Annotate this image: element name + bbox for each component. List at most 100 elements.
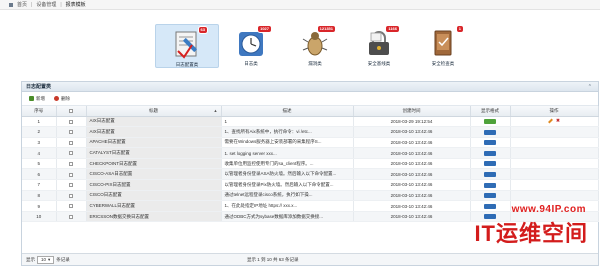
tile-badge: 1166: [385, 25, 400, 33]
breadcrumb-device-management[interactable]: 设备管理: [36, 1, 56, 8]
row-checkbox[interactable]: [69, 172, 73, 177]
row-actions: [510, 179, 599, 191]
row-no: 8: [22, 190, 57, 202]
row-checkbox[interactable]: [69, 183, 73, 188]
page-size-value: 10: [41, 257, 47, 262]
breadcrumb-separator: |: [60, 1, 62, 8]
row-format: [470, 168, 511, 181]
row-checkbox[interactable]: [69, 204, 73, 209]
tile-log-config[interactable]: 63 日志配置类: [155, 24, 219, 68]
format-badge-icon: [484, 118, 496, 124]
row-description: 通过telnet远程登录cisco系统，执行如下操...: [221, 190, 354, 202]
row-title: CISCO-PIX日志配置: [86, 179, 222, 191]
row-actions: [510, 168, 599, 181]
tile-security-check[interactable]: 1 安全检查类: [411, 24, 475, 68]
tile-log[interactable]: 1027 日志类: [219, 24, 283, 68]
collapse-icon[interactable]: ⌃: [588, 84, 592, 90]
log-config-panel: 日志配置类 ⌃ 新增 删除 序号 标题 ▲ 描述 创建时间 显示格式 操作 1 …: [21, 81, 599, 266]
row-checkbox[interactable]: [69, 151, 73, 156]
row-select[interactable]: [56, 190, 87, 202]
add-button[interactable]: 新增: [26, 95, 48, 103]
table-row[interactable]: 6 CISCO-ASA日志配置 以管理者身份登录ASA防火墙。然后输入以下命令配置.…: [22, 168, 599, 181]
row-created-time: 2018-03-10 13:42:46: [353, 137, 471, 149]
breadcrumb-home[interactable]: 首页: [17, 1, 27, 8]
table-row[interactable]: 2 AIX日志配置 1、查找所有Aix系统中，执行命令：vi /etc... 2018…: [22, 126, 599, 138]
format-badge-icon: [484, 214, 496, 220]
sort-asc-icon: ▲: [213, 108, 218, 113]
row-created-time: 2018-03-10 13:42:46: [353, 211, 471, 223]
tile-security-baseline[interactable]: 1166 安全基线类: [347, 24, 411, 68]
table-row[interactable]: 5 CHECKPOINT日志配置 收集单位用监控使用专门的sa_client程序。.…: [22, 158, 599, 170]
row-select[interactable]: [56, 168, 87, 181]
pager-info: 显示 1 到 10 共 63 条记录: [247, 256, 299, 262]
row-checkbox[interactable]: [69, 119, 73, 124]
row-title: AIX日志配置: [86, 116, 222, 128]
row-format: [470, 126, 511, 138]
row-format: [470, 158, 511, 170]
col-select-all[interactable]: [56, 106, 87, 117]
row-no: 4: [22, 147, 57, 159]
row-checkbox[interactable]: [69, 140, 73, 145]
col-no[interactable]: 序号: [22, 106, 57, 117]
log-config-table: 序号 标题 ▲ 描述 创建时间 显示格式 操作 1 AIX日志配置 1 2018-03-…: [22, 106, 599, 223]
row-created-time: 2018-03-10 13:42:46: [353, 126, 471, 138]
row-checkbox[interactable]: [69, 161, 73, 166]
row-format: [470, 211, 511, 223]
tile-vulnerability[interactable]: 121351 漏洞类: [283, 24, 347, 68]
table-row[interactable]: 8 CISCO日志配置 通过telnet远程登录cisco系统，执行如下操... 20…: [22, 190, 599, 202]
tile-label: 安全基线类: [367, 61, 391, 66]
table-row[interactable]: 1 AIX日志配置 1 2018-03-29 19:12:54 ✖: [22, 116, 599, 128]
row-title: ERICSSON数据交换日志配置: [86, 211, 222, 223]
edit-icon[interactable]: [547, 118, 553, 124]
row-format: [470, 116, 511, 128]
table-row[interactable]: 10 ERICSSON数据交换日志配置 通过ODBC方式为sybase数据库添加数据…: [22, 211, 599, 223]
row-checkbox[interactable]: [69, 193, 73, 198]
row-checkbox[interactable]: [69, 214, 73, 219]
row-no: 6: [22, 168, 57, 181]
col-desc[interactable]: 描述: [221, 106, 354, 117]
tile-badge: 121351: [316, 25, 336, 33]
row-select[interactable]: [56, 200, 87, 212]
row-select[interactable]: [56, 211, 87, 223]
col-format[interactable]: 显示格式: [470, 106, 511, 117]
row-actions: ✖: [510, 116, 599, 128]
row-checkbox[interactable]: [69, 130, 73, 135]
row-select[interactable]: [56, 147, 87, 159]
delete-row-icon[interactable]: ✖: [556, 118, 560, 124]
row-select[interactable]: [56, 126, 87, 138]
row-select[interactable]: [56, 179, 87, 191]
col-created[interactable]: 创建时间: [353, 106, 471, 117]
category-tiles: 63 日志配置类 1027 日志类 121351 漏洞类 1166 安全基线类 …: [155, 24, 475, 68]
delete-button[interactable]: 删除: [51, 95, 73, 103]
row-actions: [510, 200, 599, 212]
row-actions: [510, 190, 599, 202]
row-actions: [510, 126, 599, 138]
col-title[interactable]: 标题 ▲: [86, 106, 222, 117]
page-size-select[interactable]: 10 ▾: [37, 255, 55, 264]
add-button-label: 新增: [36, 95, 45, 101]
tile-badge: 1027: [257, 25, 272, 33]
row-no: 10: [22, 211, 57, 223]
row-select[interactable]: [56, 158, 87, 170]
row-select[interactable]: [56, 137, 87, 149]
select-all-checkbox[interactable]: [69, 109, 73, 114]
tile-label: 日志配置类: [175, 62, 199, 67]
table-row[interactable]: 3 APACHE日志配置 需要在Windows服务器上安装部署的采集程序S... 20…: [22, 137, 599, 149]
row-no: 5: [22, 158, 57, 170]
tile-label: 日志类: [244, 61, 258, 66]
row-description: 1: [221, 116, 354, 128]
row-title: APACHE日志配置: [86, 137, 222, 149]
table-row[interactable]: 9 CYBERWALL日志配置 1、在此处指定IP地址 https:// xxx.x…: [22, 200, 599, 212]
table-row[interactable]: 7 CISCO-PIX日志配置 以管理者身份登录Pix防火墙。然后输入以下命令配置.…: [22, 179, 599, 191]
security-check-icon: 1: [428, 25, 464, 58]
row-select[interactable]: [56, 116, 87, 128]
row-created-time: 2018-03-10 13:42:46: [353, 200, 471, 212]
format-badge-icon: [484, 150, 496, 156]
home-icon[interactable]: [9, 2, 13, 7]
pager-prefix: 显示: [26, 256, 35, 262]
breadcrumb-current: 报表模板: [65, 2, 86, 8]
table-row[interactable]: 4 CATALYST日志配置 1. set logging server xxx..…: [22, 147, 599, 159]
format-badge-icon: [484, 171, 496, 177]
tile-badge: 63: [197, 26, 208, 34]
toolbar: 新增 删除: [22, 92, 598, 106]
